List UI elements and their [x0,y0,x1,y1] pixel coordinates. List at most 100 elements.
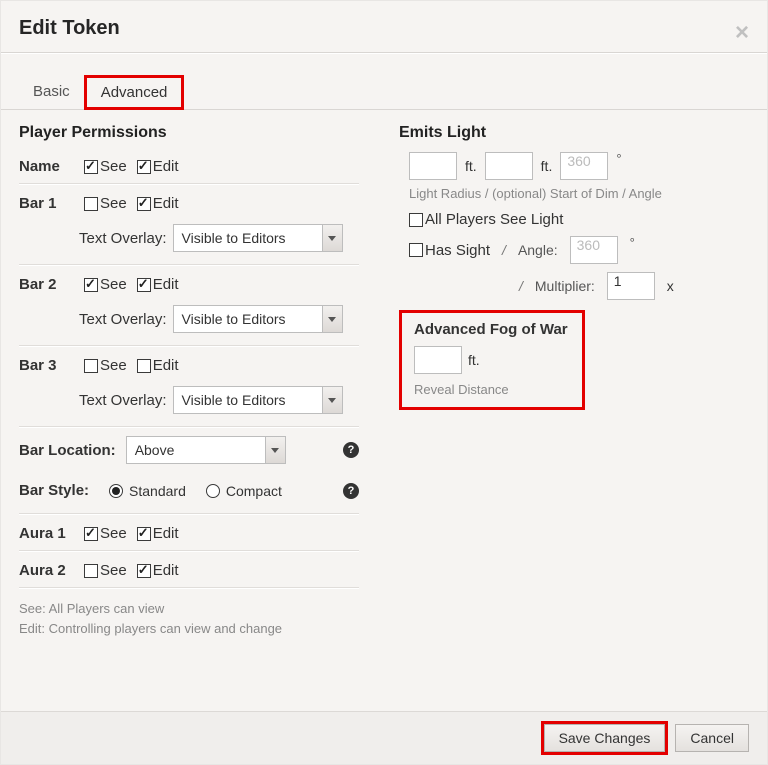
radio-icon [206,484,220,498]
aura1-see-checkbox[interactable]: See [84,525,127,542]
aura2-see-checkbox[interactable]: See [84,562,127,579]
help-icon[interactable]: ? [343,442,359,458]
dialog-footer: Save Changes Cancel [1,711,767,764]
has-sight-checkbox[interactable]: Has Sight [409,242,490,259]
bar2-edit-checkbox[interactable]: Edit [137,276,179,293]
bar1-overlay-row: Text Overlay: Visible to Editors [19,218,359,262]
bar-style-compact-radio[interactable]: Compact [206,483,282,499]
help-icon[interactable]: ? [343,483,359,499]
close-icon[interactable]: × [735,19,749,47]
divider [19,426,359,428]
tab-bar: Basic Advanced [1,54,767,110]
divider [19,345,359,347]
perm-bar2-label: Bar 2 [19,276,74,293]
aura1-edit-checkbox[interactable]: Edit [137,525,179,542]
see-label: See [100,276,127,293]
divider [19,183,359,185]
all-players-row: All Players See Light [399,211,749,228]
dialog-header: Edit Token × [1,1,767,52]
dialog-title: Edit Token [19,17,120,39]
tab-advanced[interactable]: Advanced [84,75,185,110]
chevron-down-icon [322,225,342,251]
bar3-edit-checkbox[interactable]: Edit [137,357,179,374]
multiplier-input[interactable]: 1 [607,272,655,300]
bar1-see-checkbox[interactable]: See [84,195,127,212]
player-permissions-panel: Player Permissions Name See Edit Bar 1 [19,124,359,638]
sight-angle-input[interactable]: 360 [570,236,618,264]
see-label: See [100,525,127,542]
unit-ft: ft. [465,158,477,174]
multiplier-row: / Multiplier: 1 x [399,272,749,300]
cancel-button[interactable]: Cancel [675,724,749,752]
checkbox-icon [137,527,151,541]
checkbox-icon [84,197,98,211]
edit-label: Edit [153,525,179,542]
checkbox-icon [84,527,98,541]
help-note-see: See: All Players can view [19,599,359,619]
has-sight-label: Has Sight [425,242,490,259]
afw-input-row: ft. [414,346,570,374]
light-radius-row: ft. ft. 360 ° [399,152,749,180]
advanced-fog-box: Advanced Fog of War ft. Reveal Distance [399,310,585,410]
save-button[interactable]: Save Changes [544,724,666,752]
unit-ft: ft. [541,158,553,174]
bar2-see-checkbox[interactable]: See [84,276,127,293]
select-value: Above [135,442,175,458]
emits-light-panel: Emits Light ft. ft. 360 ° Light Radius /… [399,124,749,638]
perm-bar1-label: Bar 1 [19,195,74,212]
afw-heading: Advanced Fog of War [414,321,570,338]
perm-name-label: Name [19,158,74,175]
tab-basic[interactable]: Basic [19,75,84,110]
angle-label: Angle: [518,242,558,258]
select-value: Visible to Editors [182,392,286,408]
bar2-overlay-row: Text Overlay: Visible to Editors [19,299,359,343]
light-angle-input[interactable]: 360 [560,152,608,180]
checkbox-icon [137,359,151,373]
divider [19,264,359,266]
perm-row-bar3: Bar 3 See Edit [19,351,359,380]
perm-aura2-label: Aura 2 [19,562,74,579]
perm-row-aura1: Aura 1 See Edit [19,519,359,548]
degree-symbol: ° [616,151,621,166]
bar2-overlay-select[interactable]: Visible to Editors [173,305,343,333]
bar1-overlay-select[interactable]: Visible to Editors [173,224,343,252]
divider-slash: / [519,278,523,294]
bar3-overlay-select[interactable]: Visible to Editors [173,386,343,414]
divider [19,587,359,589]
degree-symbol: ° [630,235,635,250]
all-players-checkbox[interactable]: All Players See Light [409,211,563,228]
bar-location-row: Bar Location: Above ? [19,436,359,464]
bar3-see-checkbox[interactable]: See [84,357,127,374]
bar-style-standard-radio[interactable]: Standard [109,483,186,499]
aura2-edit-checkbox[interactable]: Edit [137,562,179,579]
perm-row-bar2: Bar 2 See Edit [19,270,359,299]
perm-row-bar1: Bar 1 See Edit [19,189,359,218]
chevron-down-icon [265,437,285,463]
help-note-edit: Edit: Controlling players can view and c… [19,619,359,639]
multiplier-label: Multiplier: [535,278,595,294]
name-see-checkbox[interactable]: See [84,158,127,175]
afw-distance-input[interactable] [414,346,462,374]
checkbox-icon [137,564,151,578]
bar-style-label: Bar Style: [19,482,89,499]
see-label: See [100,562,127,579]
select-value: Visible to Editors [182,230,286,246]
unit-ft: ft. [468,352,480,368]
has-sight-row: Has Sight / Angle: 360 ° [399,236,749,264]
perm-row-name: Name See Edit [19,152,359,181]
checkbox-icon [137,278,151,292]
edit-label: Edit [153,357,179,374]
divider-slash: / [502,242,506,258]
name-edit-checkbox[interactable]: Edit [137,158,179,175]
light-help-note: Light Radius / (optional) Start of Dim /… [399,186,749,201]
text-overlay-label: Text Overlay: [79,392,167,409]
light-dim-input[interactable] [485,152,533,180]
edit-label: Edit [153,195,179,212]
light-radius-input[interactable] [409,152,457,180]
bar-style-row: Bar Style: Standard Compact ? [19,482,359,499]
edit-label: Edit [153,276,179,293]
bar-location-select[interactable]: Above [126,436,286,464]
bar1-edit-checkbox[interactable]: Edit [137,195,179,212]
checkbox-icon [137,197,151,211]
radio-label: Compact [226,483,282,499]
